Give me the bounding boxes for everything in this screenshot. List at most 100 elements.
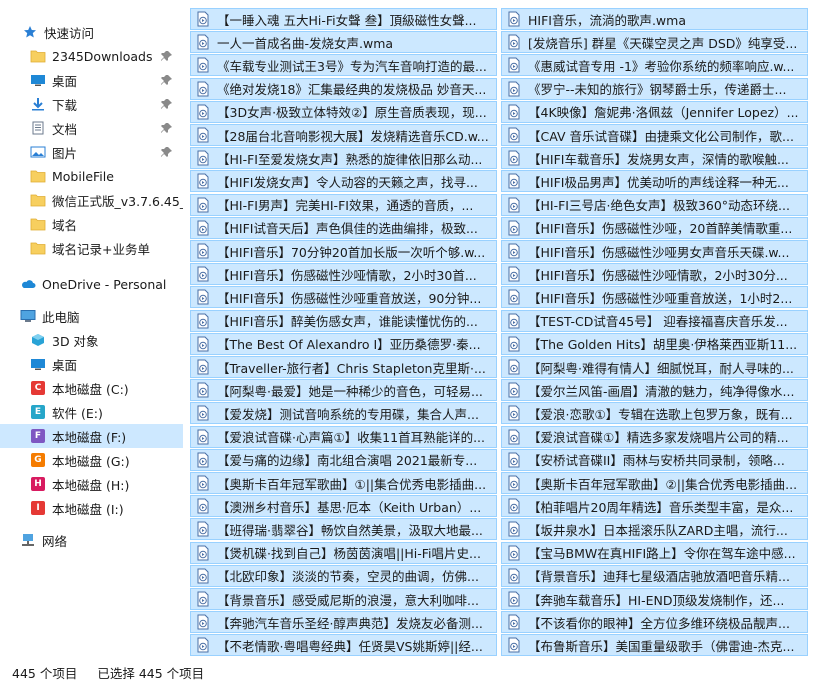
audio-file-icon [506, 289, 522, 305]
nav-quick-item-1[interactable]: 桌面 [0, 68, 183, 92]
audio-file-icon [506, 382, 522, 398]
file-item[interactable]: 【The Best Of Alexandro I】亚历桑德罗·秦... [190, 332, 497, 355]
file-item[interactable]: 【奥斯卡百年冠军歌曲】①||集合优秀电影插曲... [190, 472, 497, 494]
nav-quick-item-7[interactable]: 域名 [0, 212, 183, 236]
nav-pc-item-3[interactable]: E 软件 (E:) [0, 400, 183, 424]
file-item[interactable]: 【HIFI试音天后】声色俱佳的选曲编排，极致... [190, 216, 497, 239]
file-name: 【The Best Of Alexandro I】亚历桑德罗·秦... [217, 337, 481, 353]
file-item[interactable]: 【宝马BMW在真HIFI路上】令你在驾车途中感... [501, 541, 808, 564]
nav-quick-access[interactable]: 快速访问 [0, 20, 183, 44]
file-item[interactable]: 【HIFI音乐】伤感磁性沙哑，20首醉美情歌重... [501, 216, 808, 239]
file-name: 【布鲁斯音乐】美国重量级歌手（佛雷迪-杰克... [528, 638, 795, 654]
file-item[interactable]: 【阿梨粤·难得有情人】细腻悦耳，耐人寻味的... [501, 356, 808, 378]
file-name: 【爱尔兰风笛-画眉】清澈的魅力，纯净得像水... [528, 383, 795, 399]
file-item[interactable]: 【柏菲唱片20周年精选】音乐类型丰富，是众... [501, 495, 808, 518]
nav-quick-item-6[interactable]: 微信正式版_v3.7.6.45_彡 [0, 188, 183, 212]
file-name: 【爱发烧】测试音响系统的专用碟，集合人声... [217, 406, 479, 422]
file-item[interactable]: 【HIFI音乐】70分钟20首加长版一次听个够.w... [190, 240, 497, 262]
file-item[interactable]: 【CAV 音乐试音碟】由捷乘文化公司制作，歌... [501, 124, 808, 146]
file-item[interactable]: 【爱与痛的边缘】南北组合演唱 2021最新专... [190, 448, 497, 471]
nav-quick-item-3[interactable]: 文档 [0, 116, 183, 140]
file-item[interactable]: 【奔驰汽车音乐圣经·醇声典范】发烧友必备测... [190, 611, 497, 634]
file-name: 《绝对发烧18》汇集最经典的发烧极品 妙音天... [217, 82, 487, 98]
nav-pc-item-5[interactable]: G 本地磁盘 (G:) [0, 448, 183, 472]
nav-quick-item-5[interactable]: MobileFile [0, 164, 183, 188]
file-item[interactable]: 【不老情歌·粤唱粤经典】任贤昊VS姚斯婷||经... [190, 634, 497, 657]
file-name: 【TEST-CD试音45号】 迎春接福喜庆音乐发... [528, 314, 788, 330]
file-item[interactable]: 【背景音乐】迪拜七星级酒店驰放酒吧音乐精... [501, 564, 808, 587]
file-name: 【澳洲乡村音乐】基思·厄本（Keith Urban）... [217, 499, 482, 515]
nav-pc-item-4[interactable]: F 本地磁盘 (F:) [0, 424, 183, 448]
file-item[interactable]: 《罗宁--未知的旅行》钢琴爵士乐，传递爵士... [501, 77, 808, 100]
file-item[interactable]: 【爱浪试音碟①】精选多家发烧唱片公司的精... [501, 425, 808, 448]
file-item[interactable]: 【Traveller-旅行者】Chris Stapleton克里斯·... [190, 356, 497, 378]
file-item[interactable]: 【澳洲乡村音乐】基思·厄本（Keith Urban）... [190, 495, 497, 518]
file-item[interactable]: 【TEST-CD试音45号】 迎春接福喜庆音乐发... [501, 309, 808, 332]
file-item[interactable]: 【HIFI音乐】伤感磁性沙哑情歌，2小时30首... [190, 263, 497, 286]
file-item[interactable]: 【3D女声·极致立体特效②】原生音质表现，现... [190, 100, 497, 123]
file-item[interactable]: 【煲机碟·找到自己】杨茵茵演唱||Hi-Fi唱片史... [190, 541, 497, 564]
file-item[interactable]: 【布鲁斯音乐】美国重量级歌手（佛雷迪-杰克... [501, 634, 808, 657]
audio-file-icon [195, 637, 211, 653]
file-name: 【HIFI发烧女声】令人动容的天籁之声，找寻... [217, 174, 478, 190]
file-item[interactable]: 【HI-FI三号店·绝色女声】极致360°动态环绕... [501, 193, 808, 216]
file-item[interactable]: 【HIFI发烧女声】令人动容的天籁之声，找寻... [190, 170, 497, 193]
file-item[interactable]: 【北欧印象】淡淡的节奏，空灵的曲调，仿佛... [190, 564, 497, 587]
file-item[interactable]: 【不该看你的眼神】全方位多维环绕极品靓声... [501, 611, 808, 634]
audio-file-icon [506, 11, 522, 27]
file-name: 一人一首成名曲-发烧女声.wma [217, 35, 394, 51]
nav-quick-item-4[interactable]: 图片 [0, 140, 183, 164]
file-name: 【HIFI音乐】70分钟20首加长版一次听个够.w... [217, 244, 486, 260]
file-item[interactable]: 【4K映像】詹妮弗·洛佩兹（Jennifer Lopez）... [501, 100, 808, 123]
nav-onedrive[interactable]: OneDrive - Personal [0, 272, 183, 296]
file-item[interactable]: 【HIFI极品男声】优美动听的声线诠释一种无... [501, 170, 808, 193]
file-item[interactable]: 【爱尔兰风笛-画眉】清澈的魅力，纯净得像水... [501, 379, 808, 402]
audio-file-icon [506, 34, 522, 50]
file-item[interactable]: 【HIFI音乐】伤感磁性沙哑情歌，2小时30分... [501, 263, 808, 286]
file-item[interactable]: [发烧音乐] 群星《天碟空灵之声 DSD》纯享受... [501, 31, 808, 54]
nav-quick-item-8-label: 域名记录+业务单 [52, 241, 150, 257]
file-item[interactable]: 【HIFI音乐】伤感磁性沙哑男女声音乐天碟.w... [501, 240, 808, 262]
file-item[interactable]: 【The Golden Hits】胡里奥·伊格莱西亚斯11... [501, 332, 808, 355]
nav-this-pc[interactable]: 此电脑 [0, 304, 183, 328]
file-name: 【不该看你的眼神】全方位多维环绕极品靓声... [528, 615, 790, 631]
nav-pc-item-2-label: 本地磁盘 (C:) [52, 381, 129, 397]
file-item[interactable]: 【一睡入魂 五大Hi-Fi女聲 叁】頂級磁性女聲... [190, 8, 497, 30]
file-item[interactable]: 《车载专业测试王3号》专为汽车音响打造的最... [190, 54, 497, 77]
file-item[interactable]: 【爱发烧】测试音响系统的专用碟，集合人声... [190, 402, 497, 425]
file-item[interactable]: 【阿梨粤·最爱】她是一种稀少的音色，可轻易... [190, 379, 497, 402]
nav-quick-item-2[interactable]: 下载 [0, 92, 183, 116]
file-item[interactable]: 【背景音乐】感受威尼斯的浪漫，意大利咖啡... [190, 588, 497, 610]
nav-pc-item-2[interactable]: C 本地磁盘 (C:) [0, 376, 183, 400]
file-name: 《惠威试音专用 -1》考验你系统的频率响应.w... [528, 58, 795, 74]
file-item[interactable]: 【坂井泉水】日本摇滚乐队ZARD主唱，流行... [501, 518, 808, 541]
file-item[interactable]: 【HI-FI至爱发烧女声】熟悉的旋律依旧那么动... [190, 147, 497, 170]
file-item[interactable]: 《惠威试音专用 -1》考验你系统的频率响应.w... [501, 54, 808, 77]
file-item[interactable]: 【安桥试音碟II】雨林与安桥共同录制，领略... [501, 448, 808, 471]
nav-quick-item-0[interactable]: 2345Downloads [0, 44, 183, 68]
pin-icon [161, 50, 173, 62]
file-item[interactable]: 【HIFI音乐】醉美伤感女声，谁能读懂忧伤的... [190, 309, 497, 332]
nav-network[interactable]: 网络 [0, 528, 183, 552]
file-item[interactable]: 【HIFI车载音乐】发烧男女声，深情的歌喉触... [501, 147, 808, 170]
file-item[interactable]: 【爱浪试音碟·心声篇①】收集11首耳熟能详的... [190, 425, 497, 448]
nav-quick-item-4-label: 图片 [52, 145, 78, 161]
nav-pc-item-0[interactable]: 3D 对象 [0, 328, 183, 352]
file-item[interactable]: 【HIFI音乐】伤感磁性沙哑重音放送，1小时2... [501, 286, 808, 309]
nav-pc-item-1[interactable]: 桌面 [0, 352, 183, 376]
file-item[interactable]: 【28届台北音响影视大展】发烧精选音乐CD.w... [190, 124, 497, 146]
nav-pc-item-6[interactable]: H 本地磁盘 (H:) [0, 472, 183, 496]
nav-pc-item-7[interactable]: I 本地磁盘 (I:) [0, 496, 183, 520]
file-item[interactable]: 【爱浪·恋歌①】专辑在选歌上包罗万象，既有... [501, 402, 808, 425]
file-item[interactable]: 《绝对发烧18》汇集最经典的发烧极品 妙音天... [190, 77, 497, 100]
audio-file-icon [506, 81, 522, 97]
file-item[interactable]: 一人一首成名曲-发烧女声.wma [190, 31, 497, 54]
file-item[interactable]: 【奔驰车载音乐】HI-END顶级发烧制作，还... [501, 588, 808, 610]
audio-file-icon [506, 637, 522, 653]
file-item[interactable]: HIFI音乐，流淌的歌声.wma [501, 8, 808, 30]
file-item[interactable]: 【奥斯卡百年冠军歌曲】②||集合优秀电影插曲... [501, 472, 808, 494]
file-item[interactable]: 【HIFI音乐】伤感磁性沙哑重音放送，90分钟... [190, 286, 497, 309]
nav-quick-item-8[interactable]: 域名记录+业务单 [0, 236, 183, 260]
file-item[interactable]: 【HI-FI男声】完美HI-FI效果，通透的音质，... [190, 193, 497, 216]
file-item[interactable]: 【班得瑞·翡翠谷】畅饮自然美景，汲取大地最... [190, 518, 497, 541]
